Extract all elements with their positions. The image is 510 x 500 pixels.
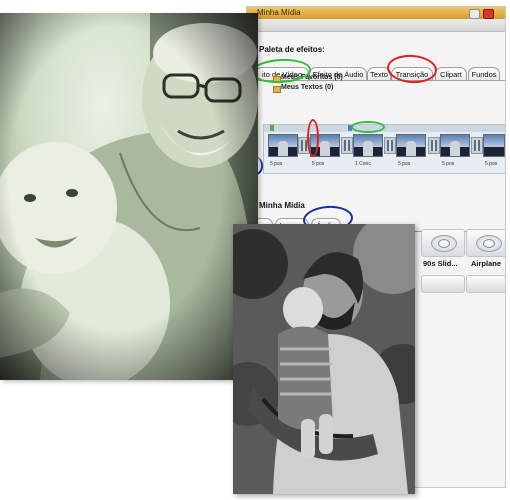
timeline-clip[interactable] xyxy=(396,134,426,157)
photo-illustration xyxy=(233,224,415,494)
transition-tile-airplane[interactable] xyxy=(466,229,505,257)
clip-duration-label: 5 pos xyxy=(398,161,411,167)
transition-slot[interactable] xyxy=(471,137,483,154)
clip-duration-label: 5 pos xyxy=(485,161,498,167)
effects-palette-title: Paleta de efeitos: xyxy=(259,45,325,54)
media-panel-title: Minha Mídia xyxy=(259,201,305,210)
window-title: Minha Mídia xyxy=(257,8,301,17)
transition-slot[interactable] xyxy=(341,137,353,154)
timeline-ruler xyxy=(264,125,505,132)
transition-preview-icon xyxy=(476,235,502,252)
tile-label: 90s Slid... xyxy=(423,259,458,268)
timeline-clip[interactable] xyxy=(353,134,383,157)
transition-tile-90s-slide[interactable] xyxy=(421,229,465,257)
folder-icon xyxy=(273,86,281,93)
timeline-clip[interactable] xyxy=(440,134,470,157)
grandfather-baby-photo xyxy=(0,13,258,380)
father-baby-photo xyxy=(233,224,415,494)
my-texts-item[interactable]: Meus Textos (0) xyxy=(281,84,333,91)
clip-duration-label: 5 pos xyxy=(312,161,325,167)
transition-tile[interactable] xyxy=(421,275,465,293)
close-icon[interactable] xyxy=(483,9,494,19)
transition-slot[interactable] xyxy=(428,137,440,154)
title-bar: Minha Mídia xyxy=(247,7,505,19)
transition-tile[interactable] xyxy=(466,275,505,293)
photo-illustration xyxy=(0,13,258,380)
tab-backgrounds[interactable]: Fundos xyxy=(468,67,500,81)
red-annotation-circle xyxy=(307,119,319,157)
transition-preview-icon xyxy=(431,235,457,252)
timeline-clip[interactable] xyxy=(483,134,505,157)
tile-label: Airplane xyxy=(471,259,502,268)
timeline-strip[interactable]: 5 pos 5 pos 1 Conc 5 pos 5 pos 5 pos xyxy=(263,124,505,174)
clip-duration-label: 5 pos xyxy=(442,161,455,167)
transition-slot[interactable] xyxy=(384,137,396,154)
clip-duration-label: 1 Conc xyxy=(355,161,371,167)
timeline-clip[interactable] xyxy=(268,134,298,157)
green-annotation-circle xyxy=(351,121,385,133)
scrub-marker[interactable] xyxy=(270,125,274,131)
minimize-icon[interactable] xyxy=(469,9,480,19)
tab-clipart[interactable]: Clipart xyxy=(435,67,467,81)
clip-duration-label: 5 pos xyxy=(270,161,283,167)
toolbar-strip xyxy=(247,19,505,32)
